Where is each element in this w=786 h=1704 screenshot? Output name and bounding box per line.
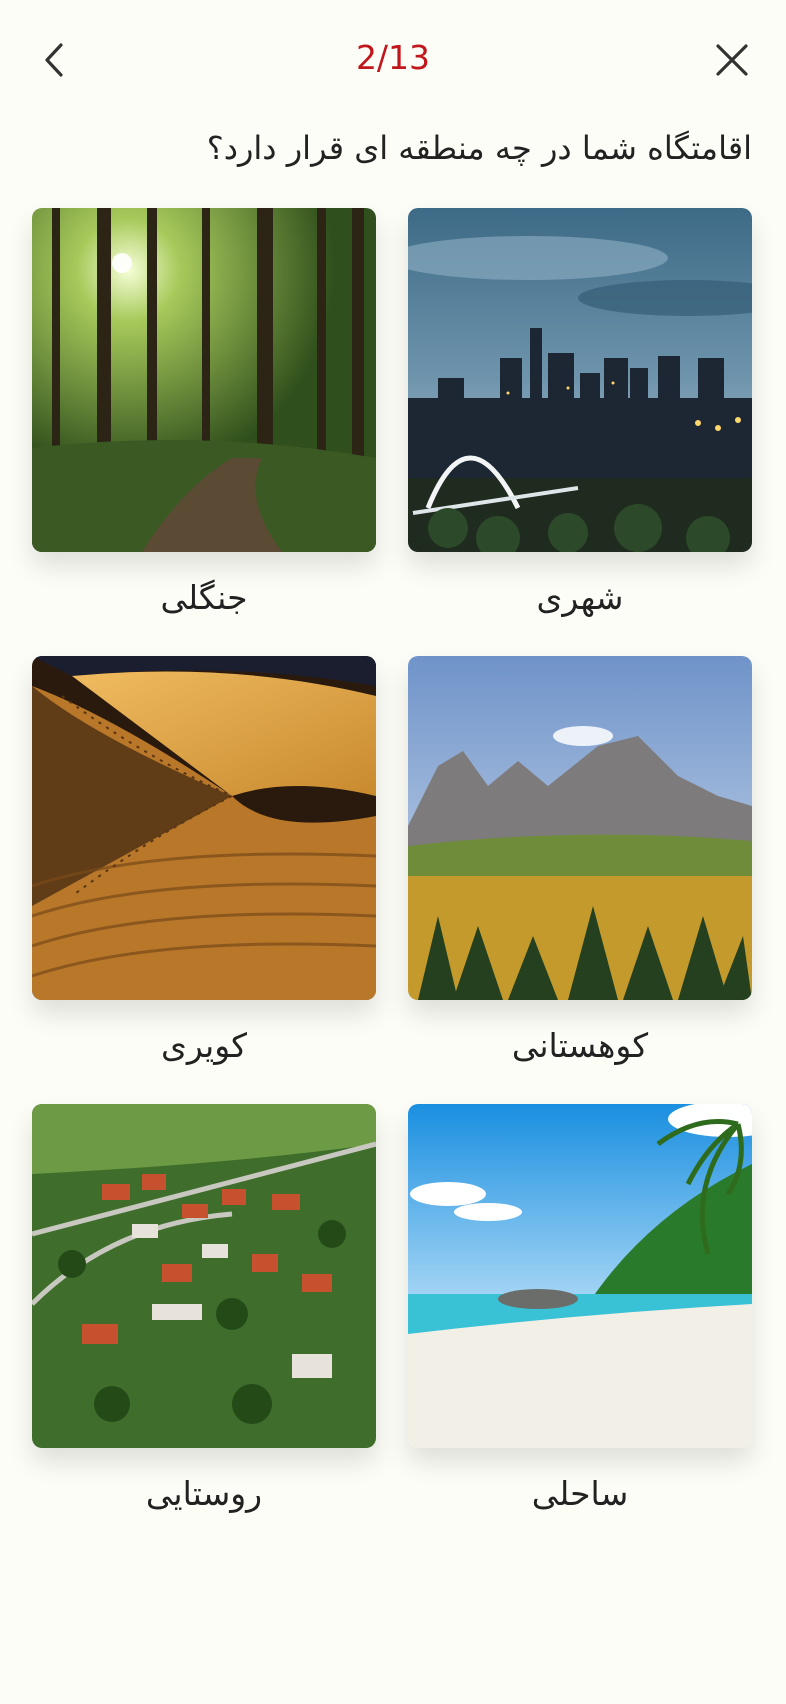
option-card-forest[interactable]: جنگلی	[32, 208, 376, 656]
option-card-beach[interactable]: ساحلی	[408, 1104, 752, 1552]
option-label-desert: کویری	[161, 1026, 247, 1065]
option-label-mountain: کوهستانی	[511, 1026, 649, 1065]
close-icon	[712, 40, 752, 84]
city-skyline-image	[408, 208, 752, 552]
question-title: اقامتگاه شما در چه منطقه ای قرار دارد؟	[206, 129, 752, 167]
option-label-beach: ساحلی	[531, 1474, 629, 1513]
beach-image	[408, 1104, 752, 1448]
option-card-city[interactable]: شهری	[408, 208, 752, 656]
desert-dunes-image	[32, 656, 376, 1000]
village-aerial-image	[32, 1104, 376, 1448]
option-label-village: روستایی	[145, 1474, 263, 1513]
option-label-city: شهری	[536, 578, 624, 617]
option-card-mountain[interactable]: کوهستانی	[408, 656, 752, 1104]
forest-image	[32, 208, 376, 552]
option-grid: شهری جنگلی کوهستانی کویری ساحلی روستایی	[32, 208, 752, 1552]
mountain-image	[408, 656, 752, 1000]
option-label-forest: جنگلی	[160, 578, 248, 617]
top-bar: 2/13	[0, 0, 786, 120]
step-counter: 2/13	[355, 38, 431, 77]
close-button[interactable]	[704, 34, 760, 90]
option-card-village[interactable]: روستایی	[32, 1104, 376, 1552]
option-card-desert[interactable]: کویری	[32, 656, 376, 1104]
region-selection-screen: 2/13 اقامتگاه شما در چه منطقه ای قرار دا…	[0, 0, 786, 1704]
